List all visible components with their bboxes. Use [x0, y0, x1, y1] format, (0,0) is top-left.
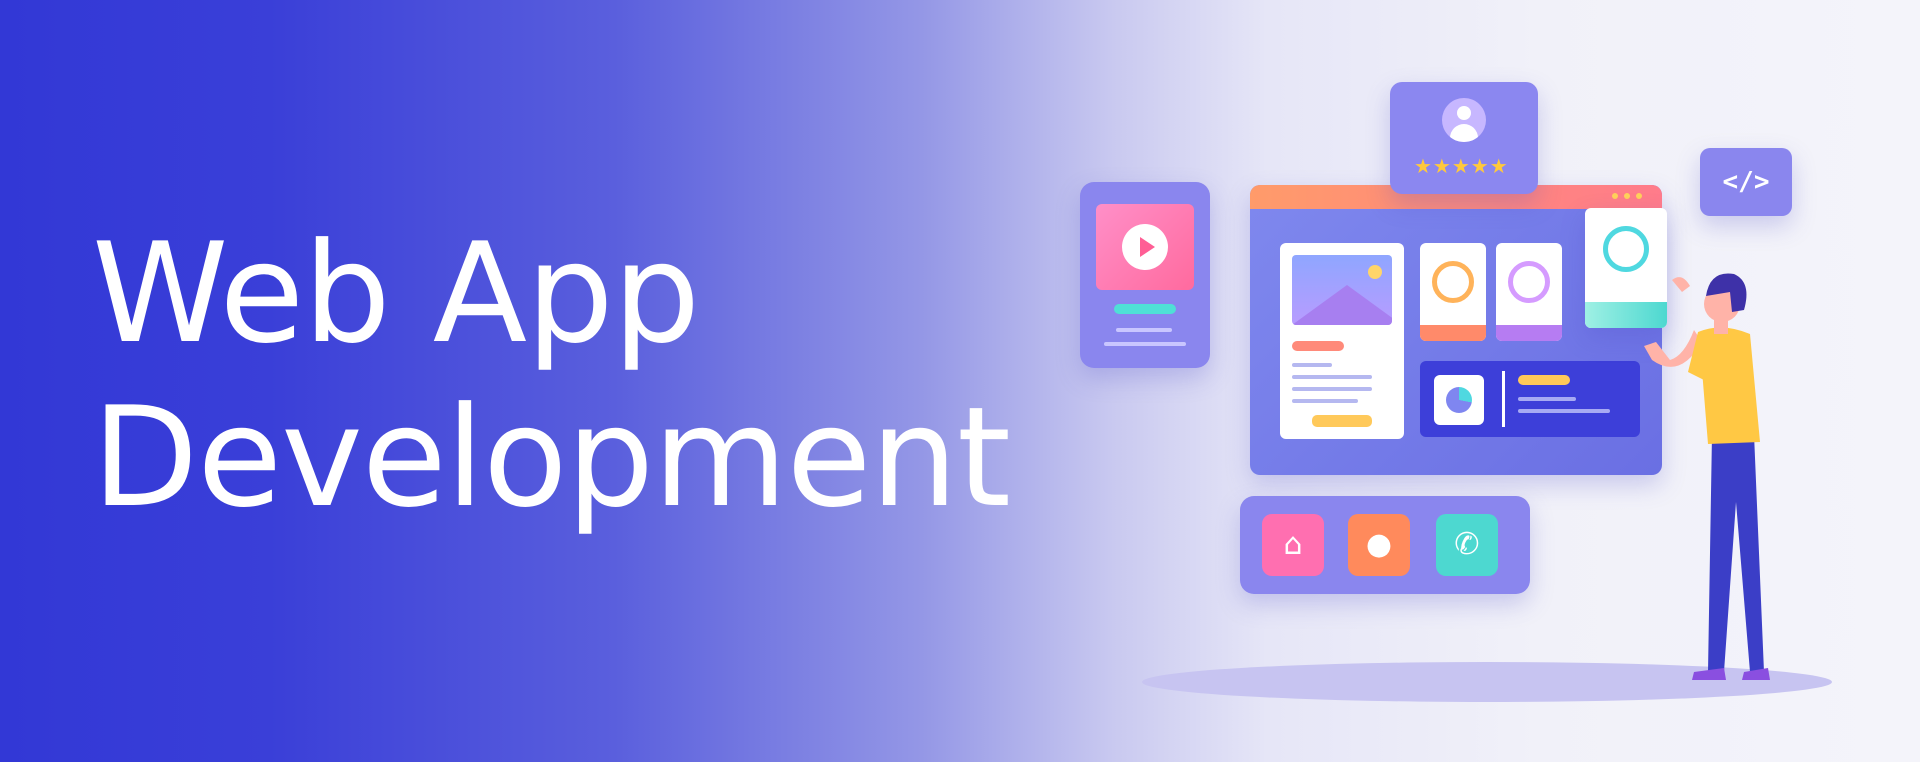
page-title: Web App Development	[92, 212, 1011, 540]
profile-rating-card: ★★★★★	[1390, 82, 1538, 194]
image-placeholder-icon	[1292, 255, 1392, 325]
text-line	[1292, 363, 1332, 367]
content-card	[1280, 243, 1404, 439]
video-title-bar	[1114, 304, 1176, 314]
video-text-line	[1104, 342, 1186, 346]
text-line	[1292, 387, 1372, 391]
web-app-illustration: ★★★★★ </> ⌂ ● ✆	[1080, 0, 1920, 762]
phone-icon: ✆	[1436, 514, 1498, 576]
text-line	[1292, 375, 1372, 379]
video-thumbnail	[1096, 204, 1194, 290]
text-line	[1292, 399, 1358, 403]
card-tag	[1292, 341, 1344, 351]
summary-tag	[1518, 375, 1570, 385]
star-rating: ★★★★★	[1414, 154, 1509, 178]
headline-line-2: Development	[92, 377, 1011, 538]
browser-dots-icon	[1612, 193, 1642, 199]
play-icon	[1122, 224, 1168, 270]
code-tag-card: </>	[1700, 148, 1792, 216]
text-line	[1518, 397, 1576, 401]
developer-figure	[1644, 273, 1770, 680]
ring-chart-icon	[1508, 261, 1550, 303]
hero-banner: Web App Development ★★★★★ </> ⌂ ● ✆	[0, 0, 1920, 762]
headline-line-1: Web App	[92, 213, 700, 374]
location-pin-icon: ●	[1348, 514, 1410, 576]
avatar-icon	[1442, 98, 1486, 142]
stat-card	[1420, 243, 1486, 341]
home-icon: ⌂	[1262, 514, 1324, 576]
pie-chart-icon	[1434, 375, 1484, 425]
ring-chart-icon	[1432, 261, 1474, 303]
video-card	[1080, 182, 1210, 368]
stat-card	[1496, 243, 1562, 341]
card-button	[1312, 415, 1372, 427]
app-dock: ⌂ ● ✆	[1240, 496, 1530, 594]
video-text-line	[1116, 328, 1172, 332]
